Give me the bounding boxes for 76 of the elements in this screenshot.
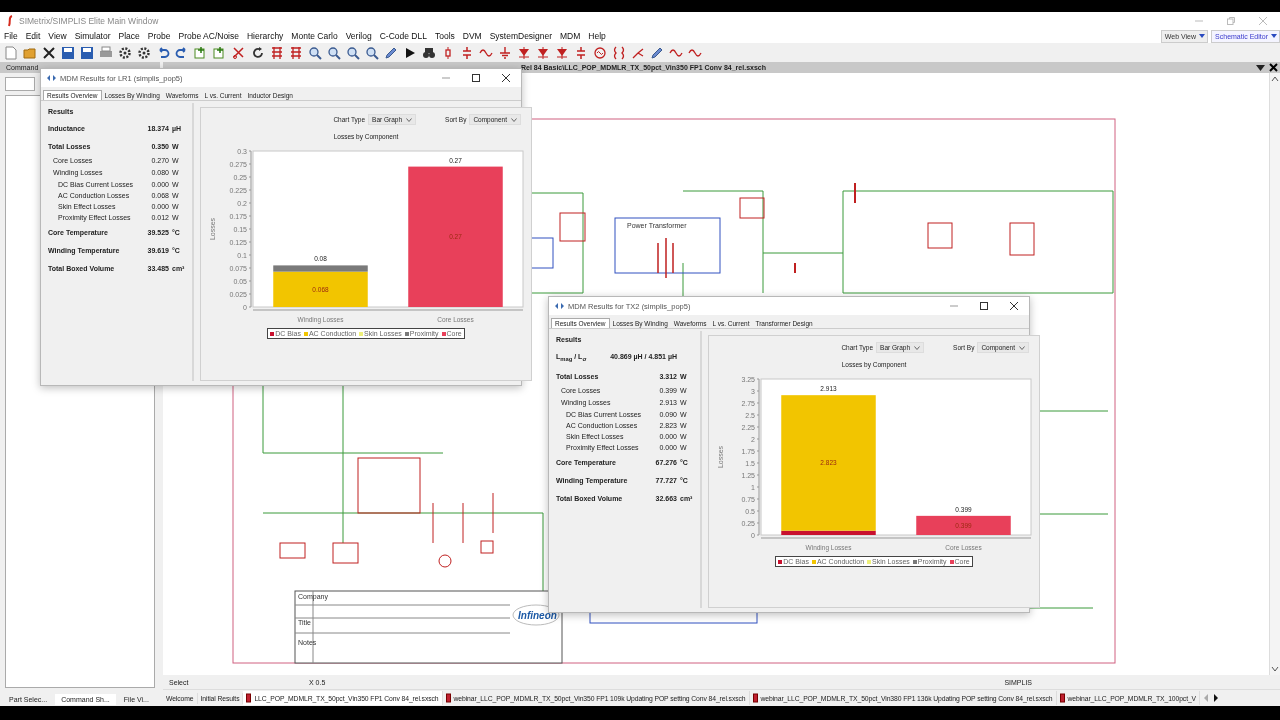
caret-icon xyxy=(406,117,413,122)
zoom-icon[interactable] xyxy=(365,45,379,60)
app-icon xyxy=(555,303,564,309)
close-icon[interactable] xyxy=(1009,301,1019,311)
scroll-up-icon[interactable] xyxy=(1271,76,1279,82)
transformer-symbol[interactable] xyxy=(657,237,674,279)
zoom-icon[interactable] xyxy=(327,45,341,60)
scroll-right-icon[interactable] xyxy=(1212,693,1221,703)
printer-icon[interactable] xyxy=(99,45,113,60)
hatched-icon[interactable] xyxy=(270,45,284,60)
menu-item[interactable]: Hierarchy xyxy=(247,31,284,41)
schematic-file-icon xyxy=(1059,693,1065,703)
menu-item[interactable]: File xyxy=(4,31,18,41)
source-icon[interactable] xyxy=(593,45,607,60)
schematic-file-icon xyxy=(246,693,252,703)
input-field[interactable] xyxy=(5,77,35,91)
schematic-file-icon xyxy=(752,693,758,703)
menu-item[interactable]: Help xyxy=(588,31,606,41)
add-box-icon[interactable] xyxy=(194,45,208,60)
close-icon[interactable] xyxy=(1269,63,1278,72)
ground-icon[interactable] xyxy=(498,45,512,60)
zoom-icon[interactable] xyxy=(346,45,360,60)
hatched-icon[interactable] xyxy=(289,45,303,60)
menu-item[interactable]: Tools xyxy=(434,31,455,41)
app-icon xyxy=(47,75,56,81)
scissors-icon[interactable] xyxy=(232,45,246,60)
gear-icon[interactable] xyxy=(137,45,151,60)
menu-item[interactable]: Place xyxy=(118,31,140,41)
menu-item[interactable]: C-Code DLL xyxy=(379,31,427,41)
component-pins xyxy=(432,492,494,544)
component-symbol[interactable] xyxy=(480,540,494,554)
diode-icon[interactable] xyxy=(555,45,569,60)
source-symbol[interactable] xyxy=(438,554,452,568)
capacitor-icon[interactable] xyxy=(574,45,588,60)
close-icon[interactable] xyxy=(501,73,511,83)
window-title: SIMetrix/SIMPLIS Elite Main Window xyxy=(19,15,159,26)
scrollbar[interactable] xyxy=(1269,73,1280,675)
folder-icon[interactable] xyxy=(23,45,37,60)
coil-icon[interactable] xyxy=(612,45,626,60)
component-symbol[interactable] xyxy=(357,457,421,514)
component-symbol[interactable] xyxy=(739,197,765,219)
diode-icon[interactable] xyxy=(517,45,531,60)
menu-item[interactable]: View xyxy=(48,31,67,41)
gear-icon[interactable] xyxy=(118,45,132,60)
maximize-icon[interactable] xyxy=(471,73,481,83)
binoculars-icon[interactable] xyxy=(422,45,436,60)
caret-icon xyxy=(511,117,517,122)
redo-icon[interactable] xyxy=(175,45,189,60)
pencil-icon[interactable] xyxy=(384,45,398,60)
schematic-file-icon xyxy=(445,693,451,703)
menu-item[interactable]: Probe AC/Noise xyxy=(178,31,239,41)
scroll-down-icon[interactable] xyxy=(1271,666,1279,672)
menu-item[interactable]: DVM xyxy=(462,31,482,41)
company-logo: Infineon xyxy=(518,610,557,621)
add-box-icon[interactable] xyxy=(213,45,227,60)
caret-icon xyxy=(1019,345,1025,350)
refresh-icon[interactable] xyxy=(251,45,265,60)
pencil-icon[interactable] xyxy=(650,45,664,60)
menu-item[interactable]: Monte Carlo xyxy=(291,31,338,41)
menu-item[interactable]: Verilog xyxy=(345,31,372,41)
undo-icon[interactable] xyxy=(156,45,170,60)
play-icon[interactable] xyxy=(403,45,417,60)
app-logo-icon xyxy=(6,14,14,27)
capacitor-icon[interactable] xyxy=(460,45,474,60)
menu-item[interactable]: Simulator xyxy=(74,31,111,41)
save-icon[interactable] xyxy=(80,45,94,60)
caret-icon xyxy=(914,345,921,350)
diode-icon[interactable] xyxy=(536,45,550,60)
menu-item[interactable]: MDM xyxy=(560,31,581,41)
menu-item[interactable]: Edit xyxy=(25,31,41,41)
zoom-icon[interactable] xyxy=(308,45,322,60)
close-icon[interactable] xyxy=(42,45,56,60)
maximize-icon[interactable] xyxy=(979,301,989,311)
menu-item[interactable]: Probe xyxy=(147,31,171,41)
menu-item[interactable]: SystemDesigner xyxy=(489,31,552,41)
save-icon[interactable] xyxy=(61,45,75,60)
